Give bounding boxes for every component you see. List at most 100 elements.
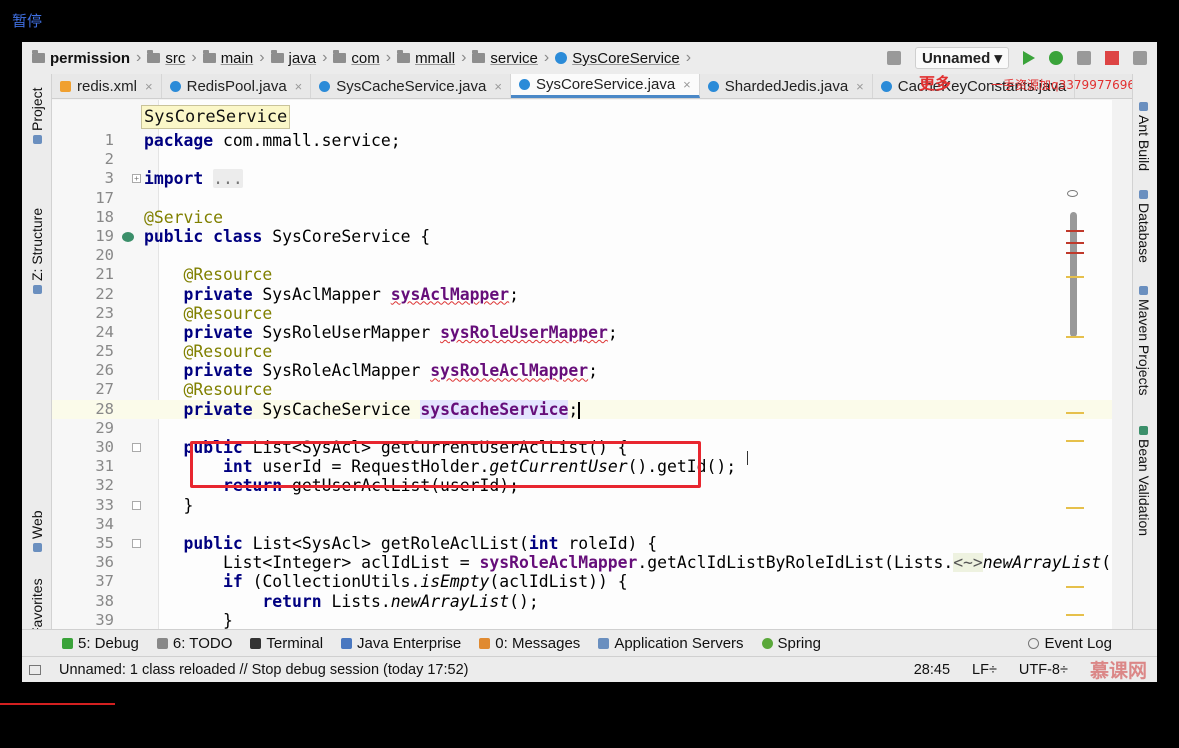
folder-icon bbox=[270, 50, 284, 63]
code-line: 22 private SysAclMapper sysAclMapper; bbox=[95, 284, 520, 304]
chevron-right-icon: › bbox=[385, 49, 392, 66]
warning-stripe-mark[interactable] bbox=[1066, 586, 1084, 588]
spring-leaf-icon bbox=[761, 637, 773, 649]
caret-position[interactable]: 28:45 bbox=[914, 662, 950, 678]
tab-redispool[interactable]: RedisPool.java × bbox=[162, 74, 312, 98]
fold-icon[interactable] bbox=[132, 538, 141, 548]
close-icon[interactable]: × bbox=[145, 79, 153, 94]
warning-stripe-mark[interactable] bbox=[1066, 614, 1084, 616]
web-icon bbox=[33, 543, 42, 552]
site-logo: 慕课网 bbox=[1089, 660, 1147, 682]
database-tool-button[interactable]: Database bbox=[1136, 190, 1152, 263]
messages-tool-button[interactable]: 0: Messages bbox=[479, 635, 580, 652]
spring-tool-button[interactable]: Spring bbox=[761, 635, 821, 652]
left-tool-strip: Project Z: Structure Web Favorites bbox=[22, 74, 52, 649]
warning-stripe-mark[interactable] bbox=[1066, 507, 1084, 509]
module-folder-icon bbox=[32, 50, 45, 63]
tab-shardedjedis[interactable]: ShardedJedis.java × bbox=[700, 74, 873, 98]
fold-icon[interactable] bbox=[132, 500, 141, 510]
breadcrumb-module[interactable]: permission › bbox=[32, 49, 147, 67]
event-log-tool-button[interactable]: Event Log bbox=[1028, 635, 1112, 652]
mouse-ibeam-cursor bbox=[747, 451, 748, 465]
run-icon[interactable] bbox=[1023, 51, 1035, 65]
code-line-current: 28 private SysCacheService sysCacheServi… bbox=[52, 399, 1112, 419]
sort-icon[interactable] bbox=[886, 51, 901, 65]
warning-stripe-mark[interactable] bbox=[1066, 336, 1084, 338]
project-tool-button[interactable]: Project bbox=[29, 87, 45, 144]
file-encoding[interactable]: UTF-8÷ bbox=[1019, 662, 1068, 678]
application-servers-tool-button[interactable]: Application Servers bbox=[598, 635, 744, 652]
code-line: 1 package com.mmall.service; bbox=[104, 131, 401, 150]
terminal-tool-button[interactable]: Terminal bbox=[250, 635, 323, 652]
breadcrumb-java[interactable]: java › bbox=[270, 49, 334, 67]
close-icon[interactable]: × bbox=[683, 77, 691, 92]
messages-icon bbox=[479, 637, 491, 649]
line-separator[interactable]: LF÷ bbox=[972, 662, 997, 678]
video-progress-bar[interactable] bbox=[0, 703, 115, 705]
breadcrumb-service[interactable]: service › bbox=[472, 49, 555, 67]
debug-icon[interactable] bbox=[1049, 51, 1063, 65]
code-line: 39 } bbox=[95, 610, 233, 629]
breadcrumb-class[interactable]: SysCoreService › bbox=[555, 49, 697, 67]
code-line: 18 @Service bbox=[95, 207, 223, 227]
class-icon bbox=[707, 80, 719, 92]
fold-icon[interactable] bbox=[132, 443, 141, 452]
run-config-select[interactable]: Unnamed ▾ bbox=[914, 47, 1009, 69]
eye-icon[interactable] bbox=[1067, 190, 1078, 197]
code-editor[interactable]: SysCoreService 1 package com.mmall.servic… bbox=[52, 100, 1112, 629]
chevron-right-icon: › bbox=[191, 49, 197, 66]
breadcrumb-com[interactable]: com › bbox=[333, 49, 397, 67]
error-stripe-mark[interactable] bbox=[1066, 242, 1084, 244]
code-line: 34 bbox=[95, 514, 114, 533]
class-icon bbox=[880, 80, 892, 92]
code-line: 36 List<Integer> aclIdList = sysRoleAclM… bbox=[95, 553, 1112, 573]
web-tool-button[interactable]: Web bbox=[29, 510, 45, 552]
code-line: 25 @Resource bbox=[95, 342, 273, 362]
status-bar: Unnamed: 1 class reloaded // Stop debug … bbox=[22, 656, 1157, 682]
tab-syscoreservice[interactable]: SysCoreService.java × bbox=[510, 74, 700, 98]
debug-tool-button[interactable]: 5: Debug bbox=[62, 635, 139, 652]
watermark: 更多 一手资源加q3379977696 bbox=[919, 74, 1135, 93]
coverage-icon[interactable] bbox=[1077, 51, 1091, 65]
structure-tool-button[interactable]: Z: Structure bbox=[29, 208, 45, 294]
warning-stripe-mark[interactable] bbox=[1066, 440, 1084, 442]
pause-label: 暂停 bbox=[12, 12, 43, 30]
tab-syscacheservice[interactable]: SysCacheService.java × bbox=[311, 74, 511, 98]
todo-tool-button[interactable]: 6: TODO bbox=[156, 635, 232, 652]
chevron-right-icon: › bbox=[259, 49, 265, 66]
stop-icon[interactable] bbox=[1105, 51, 1119, 65]
bean-icon bbox=[1139, 426, 1148, 435]
close-icon[interactable]: × bbox=[295, 79, 303, 94]
breadcrumb-main[interactable]: main › bbox=[202, 49, 271, 67]
project-structure-icon[interactable] bbox=[1133, 51, 1147, 65]
chevron-right-icon: › bbox=[322, 49, 328, 66]
class-icon bbox=[319, 80, 331, 92]
highlight-box bbox=[190, 441, 701, 488]
warning-stripe-mark[interactable] bbox=[1066, 412, 1084, 414]
bean-validation-tool-button[interactable]: Bean Validation bbox=[1136, 426, 1152, 536]
tab-redis-xml[interactable]: redis.xml × bbox=[52, 74, 162, 98]
error-stripe-mark[interactable] bbox=[1066, 252, 1084, 254]
folder-icon bbox=[147, 50, 161, 63]
code-line: 17 bbox=[95, 188, 114, 207]
code-line: 35 public List<SysAcl> getRoleAclList(in… bbox=[95, 533, 658, 553]
code-line: 20 bbox=[95, 246, 114, 265]
maven-tool-button[interactable]: Maven Projects bbox=[1136, 286, 1152, 395]
java-enterprise-icon bbox=[341, 637, 353, 649]
toggle-tool-windows-icon[interactable] bbox=[29, 664, 41, 675]
spring-bean-icon[interactable] bbox=[122, 231, 134, 242]
code-line: 38 return Lists.newArrayList(); bbox=[95, 591, 539, 611]
expand-fold-icon[interactable]: + bbox=[132, 174, 141, 184]
database-icon bbox=[1139, 190, 1148, 199]
warning-stripe-mark[interactable] bbox=[1066, 276, 1084, 278]
close-icon[interactable]: × bbox=[494, 79, 502, 94]
close-icon[interactable]: × bbox=[856, 79, 864, 94]
breadcrumb-src[interactable]: src › bbox=[147, 49, 202, 67]
java-enterprise-tool-button[interactable]: Java Enterprise bbox=[341, 635, 461, 652]
class-icon bbox=[518, 79, 530, 90]
breadcrumb-mmall[interactable]: mmall › bbox=[397, 49, 472, 67]
code-line: 33 } bbox=[95, 495, 194, 515]
code-line: 19 public class SysCoreService { bbox=[95, 226, 431, 246]
ant-build-tool-button[interactable]: Ant Build bbox=[1136, 102, 1152, 171]
error-stripe-mark[interactable] bbox=[1066, 230, 1084, 232]
